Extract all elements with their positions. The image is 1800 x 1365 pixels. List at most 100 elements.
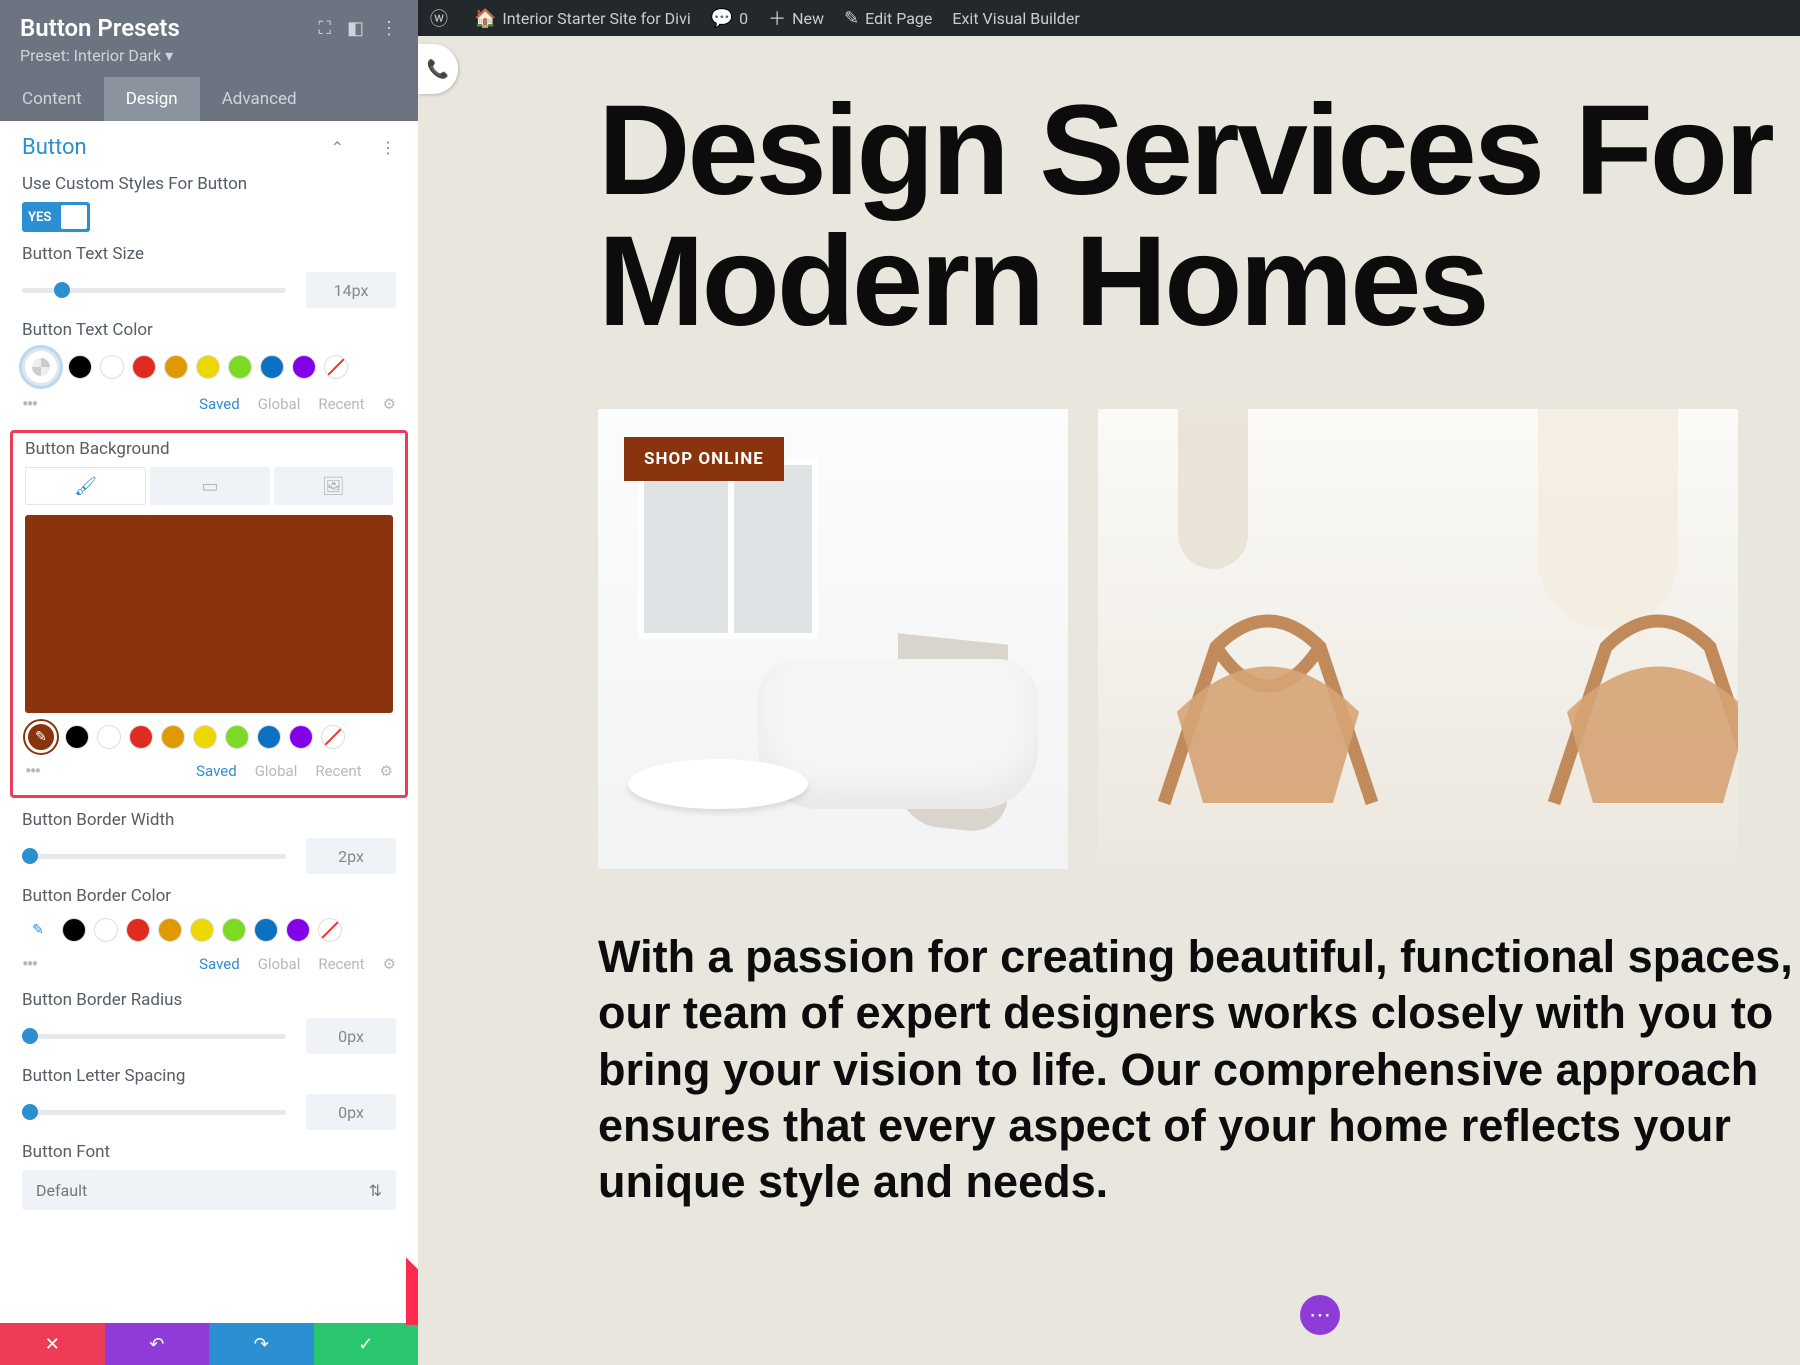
panel-tabs: Content Design Advanced <box>0 77 418 121</box>
bg-color-palette: ✎ <box>25 721 393 753</box>
discard-button[interactable]: ✕ <box>0 1323 105 1365</box>
color-purple[interactable] <box>286 918 310 942</box>
border-width-slider[interactable] <box>22 854 286 859</box>
redo-button[interactable]: ↷ <box>209 1323 314 1365</box>
color-purple[interactable] <box>289 725 313 749</box>
bg-color-preview[interactable] <box>25 515 393 713</box>
color-green[interactable] <box>225 725 249 749</box>
new-content-link[interactable]: ＋New <box>768 5 824 31</box>
more-colors-icon[interactable]: ••• <box>22 392 36 416</box>
exit-visual-builder-link[interactable]: Exit Visual Builder <box>952 9 1079 28</box>
letter-spacing-value[interactable]: 0px <box>306 1094 396 1130</box>
image-icon: 🖼 <box>322 476 345 497</box>
color-transparent[interactable] <box>321 725 345 749</box>
color-blue[interactable] <box>260 355 284 379</box>
color-white[interactable] <box>97 725 121 749</box>
color-black[interactable] <box>68 355 92 379</box>
undo-button[interactable]: ↶ <box>105 1323 210 1365</box>
color-transparent[interactable] <box>324 355 348 379</box>
hero-image-right <box>1098 409 1738 869</box>
menu-dots-icon[interactable]: ⋮ <box>380 18 398 39</box>
color-yellow[interactable] <box>193 725 217 749</box>
expand-icon[interactable]: ⛶ <box>318 18 331 39</box>
border-radius-slider[interactable] <box>22 1034 286 1039</box>
color-black[interactable] <box>65 725 89 749</box>
color-recent-tab[interactable]: Recent <box>315 762 361 780</box>
color-blue[interactable] <box>254 918 278 942</box>
preset-selector[interactable]: Preset: Interior Dark ▾ <box>20 46 180 65</box>
pencil-icon: ✎ <box>844 8 859 29</box>
check-icon: ✓ <box>358 1334 373 1355</box>
settings-panel: Button Presets Preset: Interior Dark ▾ ⛶… <box>0 0 418 1365</box>
redo-icon: ↷ <box>254 1334 269 1355</box>
site-name-link[interactable]: 🏠Interior Starter Site for Divi <box>474 8 691 29</box>
page-subheadline: With a passion for creating beautiful, f… <box>598 929 1798 1210</box>
border-color-palette: ✎ <box>22 914 396 946</box>
color-global-tab[interactable]: Global <box>255 762 298 780</box>
color-white[interactable] <box>94 918 118 942</box>
border-color-label: Button Border Color <box>22 886 396 906</box>
color-settings-icon[interactable]: ⚙ <box>383 395 396 413</box>
section-menu-icon[interactable]: ⋮ <box>380 138 396 157</box>
tab-design[interactable]: Design <box>104 77 200 121</box>
bg-tab-gradient[interactable]: ▭ <box>150 467 269 505</box>
color-saved-tab[interactable]: Saved <box>199 395 240 413</box>
plus-icon: ＋ <box>768 5 786 31</box>
color-yellow[interactable] <box>190 918 214 942</box>
color-red[interactable] <box>132 355 156 379</box>
eyedropper-button[interactable]: ✎ <box>22 914 54 946</box>
color-green[interactable] <box>222 918 246 942</box>
color-orange[interactable] <box>161 725 185 749</box>
color-recent-tab[interactable]: Recent <box>318 395 364 413</box>
more-colors-icon[interactable]: ••• <box>25 759 39 783</box>
color-recent-tab[interactable]: Recent <box>318 955 364 973</box>
color-purple[interactable] <box>292 355 316 379</box>
save-button[interactable]: ✓ <box>314 1323 419 1365</box>
hero-image-left: SHOP ONLINE <box>598 409 1068 869</box>
color-saved-tab[interactable]: Saved <box>199 955 240 973</box>
text-size-label: Button Text Size <box>22 244 396 264</box>
color-settings-icon[interactable]: ⚙ <box>380 762 393 780</box>
text-color-palette <box>22 348 396 386</box>
color-green[interactable] <box>228 355 252 379</box>
color-red[interactable] <box>129 725 153 749</box>
eyedropper-button[interactable]: ✎ <box>25 721 57 753</box>
color-global-tab[interactable]: Global <box>258 395 301 413</box>
color-saved-tab[interactable]: Saved <box>196 762 237 780</box>
color-orange[interactable] <box>158 918 182 942</box>
toggle-knob <box>61 205 87 229</box>
comment-icon: 💬 <box>711 8 733 29</box>
color-blue[interactable] <box>257 725 281 749</box>
builder-fab[interactable]: ⋯ <box>1300 1295 1340 1335</box>
color-yellow[interactable] <box>196 355 220 379</box>
font-select[interactable]: Default ⇅ <box>22 1170 396 1210</box>
wp-logo[interactable]: ⓦ <box>430 5 454 31</box>
color-red[interactable] <box>126 918 150 942</box>
section-button[interactable]: Button <box>22 135 87 160</box>
color-white[interactable] <box>100 355 124 379</box>
tab-advanced[interactable]: Advanced <box>200 77 319 121</box>
dock-icon[interactable]: ◧ <box>347 18 364 39</box>
border-width-value[interactable]: 2px <box>306 838 396 874</box>
custom-styles-toggle[interactable]: YES <box>22 202 90 232</box>
text-size-value[interactable]: 14px <box>306 272 396 308</box>
border-radius-value[interactable]: 0px <box>306 1018 396 1054</box>
color-transparent[interactable] <box>318 918 342 942</box>
comments-link[interactable]: 💬0 <box>711 8 748 29</box>
shop-online-button[interactable]: SHOP ONLINE <box>624 437 784 481</box>
bg-tab-color[interactable]: 🖌 <box>25 467 146 505</box>
color-orange[interactable] <box>164 355 188 379</box>
color-black[interactable] <box>62 918 86 942</box>
edit-page-link[interactable]: ✎Edit Page <box>844 8 932 29</box>
bg-tab-image[interactable]: 🖼 <box>274 467 393 505</box>
letter-spacing-slider[interactable] <box>22 1110 286 1115</box>
tab-content[interactable]: Content <box>0 77 104 121</box>
color-settings-icon[interactable]: ⚙ <box>383 955 396 973</box>
collapse-icon[interactable]: ⌃ <box>331 138 344 157</box>
color-picker-button[interactable] <box>22 348 60 386</box>
wordpress-icon: ⓦ <box>430 5 448 31</box>
text-size-slider[interactable] <box>22 288 286 293</box>
color-global-tab[interactable]: Global <box>258 955 301 973</box>
panel-body: Button ⌃ ⋮ Use Custom Styles For Button … <box>0 121 418 1365</box>
more-colors-icon[interactable]: ••• <box>22 952 36 976</box>
